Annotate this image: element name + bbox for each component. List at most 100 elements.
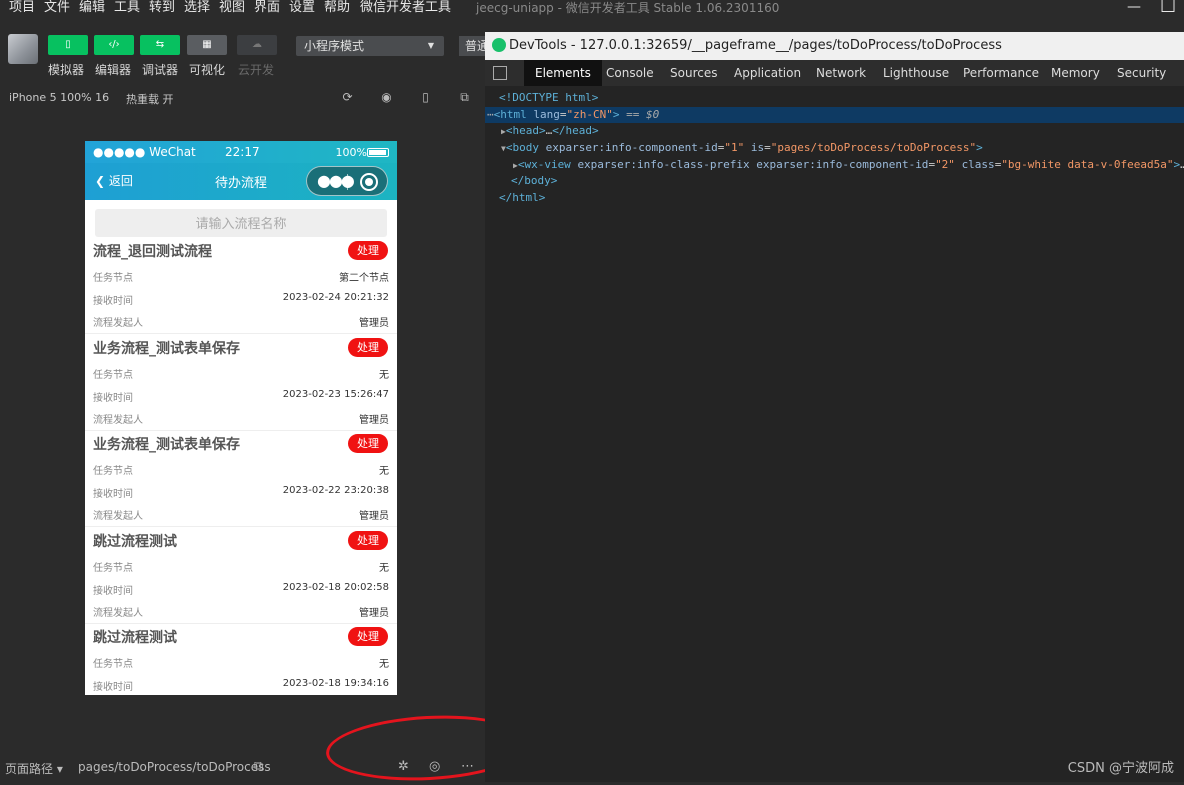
process-button[interactable]: 处理 bbox=[348, 627, 388, 646]
process-button[interactable]: 处理 bbox=[348, 434, 388, 453]
editor-label: 编辑器 bbox=[95, 63, 132, 77]
close-mini-program-icon[interactable] bbox=[360, 173, 378, 191]
time-label: 接收时间 bbox=[93, 296, 133, 307]
page-path-value: pages/toDoProcess/toDoProcess bbox=[78, 760, 271, 774]
menu-interface[interactable]: 界面 bbox=[254, 0, 280, 16]
dom-node[interactable]: </html> bbox=[485, 190, 1184, 207]
devtools-titlebar: DevTools - 127.0.0.1:32659/__pageframe__… bbox=[485, 32, 1184, 60]
node-value: 无 bbox=[379, 370, 389, 381]
menu-settings[interactable]: 设置 bbox=[289, 0, 315, 16]
menu-wechat-devtools[interactable]: 微信开发者工具 bbox=[360, 0, 451, 16]
cloud-button[interactable]: ☁ bbox=[237, 35, 277, 55]
time-value: 2023-02-18 20:02:58 bbox=[282, 582, 389, 593]
task-card[interactable]: 业务流程_测试表单保存 处理 任务节点 无 接收时间 2023-02-22 23… bbox=[85, 430, 397, 527]
mode-select-value: 小程序模式 bbox=[304, 39, 365, 53]
initiator-value: 管理员 bbox=[359, 608, 389, 619]
visual-button[interactable]: ▦ bbox=[187, 35, 227, 55]
phone-navbar: ❮ 返回 待办流程 ●●● bbox=[85, 163, 397, 200]
task-card[interactable]: 业务流程_测试表单保存 处理 任务节点 无 接收时间 2023-02-23 15… bbox=[85, 334, 397, 431]
node-value: 第二个节点 bbox=[339, 273, 389, 284]
devtools-panel: DevTools - 127.0.0.1:32659/__pageframe__… bbox=[485, 32, 1184, 782]
menu-tools[interactable]: 工具 bbox=[114, 0, 140, 16]
task-card[interactable]: 跳过流程测试 处理 任务节点 无 接收时间 2023-02-18 19:34:1… bbox=[85, 623, 397, 695]
refresh-icon[interactable]: ⟳ bbox=[341, 91, 354, 104]
time-label: 接收时间 bbox=[93, 586, 133, 597]
debugger-button[interactable]: ⇆ bbox=[140, 35, 180, 55]
phone-status-bar: ●●●●● WeChat 22:17 100% bbox=[85, 141, 397, 163]
process-button[interactable]: 处理 bbox=[348, 531, 388, 550]
menu-project[interactable]: 项目 bbox=[9, 0, 35, 16]
maximize-button[interactable]: ☐ bbox=[1160, 0, 1176, 16]
menu-view[interactable]: 视图 bbox=[219, 0, 245, 16]
hot-reload-toggle[interactable]: 热重载 开 bbox=[126, 91, 174, 107]
task-title: 业务流程_测试表单保存 bbox=[93, 437, 240, 453]
time-value: 2023-02-24 20:21:32 bbox=[282, 292, 389, 303]
task-card[interactable]: 流程_退回测试流程 处理 任务节点 第二个节点 接收时间 2023-02-24 … bbox=[85, 237, 397, 334]
search-input[interactable]: 请输入流程名称 bbox=[95, 209, 387, 237]
time-label: 接收时间 bbox=[93, 489, 133, 500]
simulator-button[interactable]: ▯ bbox=[48, 35, 88, 55]
dom-node[interactable]: </body> bbox=[485, 173, 1184, 190]
task-card[interactable]: 跳过流程测试 处理 任务节点 无 接收时间 2023-02-18 20:02:5… bbox=[85, 527, 397, 624]
menu-edit[interactable]: 编辑 bbox=[79, 0, 105, 16]
tab-security[interactable]: Security bbox=[1106, 60, 1177, 86]
tab-memory[interactable]: Memory bbox=[1040, 60, 1111, 86]
node-value: 无 bbox=[379, 466, 389, 477]
task-title: 跳过流程测试 bbox=[93, 534, 177, 550]
dom-node[interactable]: ⋯<html lang="zh-CN"> == $0 bbox=[485, 106, 1184, 124]
page-path-label[interactable]: 页面路径 ▾ bbox=[5, 760, 63, 777]
tab-elements[interactable]: Elements bbox=[524, 60, 602, 86]
editor-button[interactable]: ‹/› bbox=[94, 35, 134, 55]
debug-icon: ⇆ bbox=[155, 39, 165, 50]
window-title: jeecg-uniapp - 微信开发者工具 Stable 1.06.23011… bbox=[476, 1, 780, 15]
menubar: 项目 文件 编辑 工具 转到 选择 视图 界面 设置 帮助 微信开发者工具 je… bbox=[0, 0, 1184, 16]
node-value: 无 bbox=[379, 659, 389, 670]
initiator-label: 流程发起人 bbox=[93, 318, 143, 329]
stop-icon[interactable]: ◉ bbox=[380, 91, 393, 104]
time-label: 接收时间 bbox=[93, 393, 133, 404]
initiator-value: 管理员 bbox=[359, 318, 389, 329]
menu-help[interactable]: 帮助 bbox=[324, 0, 350, 16]
dom-node[interactable]: ▶<head>…</head> bbox=[485, 123, 1184, 140]
dom-node[interactable]: ▼<body exparser:info-component-id="1" is… bbox=[485, 140, 1184, 157]
node-label: 任务节点 bbox=[93, 370, 133, 381]
menu-goto[interactable]: 转到 bbox=[149, 0, 175, 16]
avatar[interactable] bbox=[8, 34, 38, 64]
phone-rotate-icon[interactable]: ▯ bbox=[419, 91, 432, 104]
clock: 22:17 bbox=[225, 145, 260, 159]
time-value: 2023-02-23 15:26:47 bbox=[282, 389, 389, 400]
phone-icon: ▯ bbox=[65, 39, 71, 50]
simulator-label: 模拟器 bbox=[48, 63, 85, 77]
devtools-title: DevTools - 127.0.0.1:32659/__pageframe__… bbox=[509, 38, 1002, 53]
process-button[interactable]: 处理 bbox=[348, 241, 388, 260]
inspect-cursor-icon[interactable] bbox=[493, 66, 507, 80]
capsule-menu[interactable]: ●●● bbox=[306, 166, 388, 196]
dom-node[interactable]: ▶<wx-view exparser:info-class-prefix exp… bbox=[485, 157, 1184, 174]
node-label: 任务节点 bbox=[93, 659, 133, 670]
tab-network[interactable]: Network bbox=[805, 60, 877, 86]
tab-console[interactable]: Console bbox=[595, 60, 665, 86]
dom-tree: <!DOCTYPE html> ⋯<html lang="zh-CN"> == … bbox=[485, 90, 1184, 207]
node-label: 任务节点 bbox=[93, 466, 133, 477]
tab-lighthouse[interactable]: Lighthouse bbox=[872, 60, 960, 86]
wechat-devtools-icon bbox=[492, 38, 506, 52]
tab-application[interactable]: Application bbox=[723, 60, 812, 86]
menu-select[interactable]: 选择 bbox=[184, 0, 210, 16]
initiator-value: 管理员 bbox=[359, 415, 389, 426]
devtools-tabs: Elements Console Sources Application Net… bbox=[485, 60, 1184, 86]
process-button[interactable]: 处理 bbox=[348, 338, 388, 357]
menu-file[interactable]: 文件 bbox=[44, 0, 70, 16]
popout-icon[interactable]: ⧉ bbox=[458, 91, 471, 104]
mode-select[interactable]: 小程序模式 ▼ bbox=[296, 36, 444, 56]
copy-icon[interactable]: ⧉ bbox=[254, 759, 263, 774]
tab-sources[interactable]: Sources bbox=[659, 60, 728, 86]
battery-icon bbox=[367, 148, 389, 157]
device-select[interactable]: iPhone 5 100% 16 bbox=[9, 91, 109, 104]
tab-performance[interactable]: Performance bbox=[952, 60, 1050, 86]
minimize-button[interactable]: — bbox=[1127, 0, 1141, 14]
dom-node[interactable]: <!DOCTYPE html> bbox=[485, 90, 1184, 107]
initiator-label: 流程发起人 bbox=[93, 608, 143, 619]
task-title: 业务流程_测试表单保存 bbox=[93, 341, 240, 357]
device-bar: iPhone 5 100% 16 热重载 开 ⟳ ◉ ▯ ⧉ bbox=[0, 86, 485, 110]
initiator-label: 流程发起人 bbox=[93, 415, 143, 426]
